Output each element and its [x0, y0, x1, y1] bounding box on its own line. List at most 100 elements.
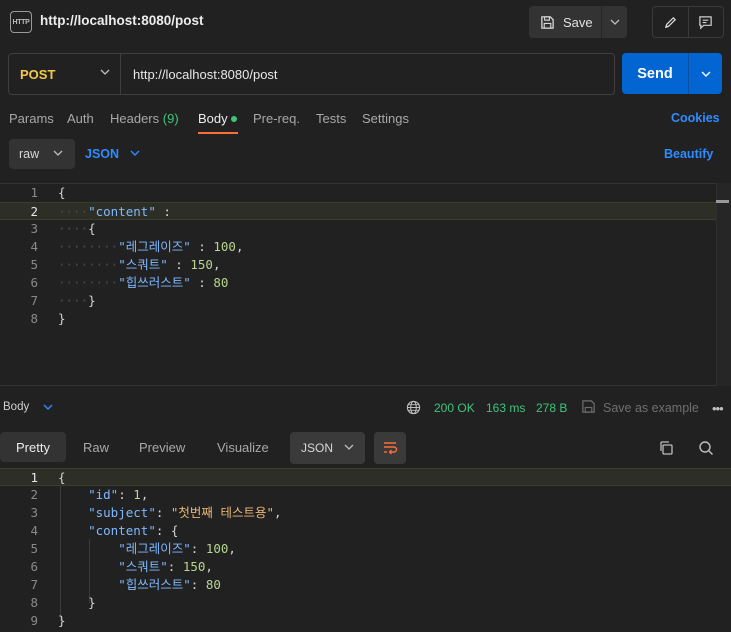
code-line-active: 2 ····"content" :: [0, 202, 716, 220]
code-line: 5 "레그레이즈": 100,: [0, 540, 716, 558]
code-line: 6 ········"힙쓰러스트" : 80: [0, 274, 716, 292]
chevron-down-icon[interactable]: [130, 150, 140, 156]
send-label: Send: [637, 65, 673, 82]
globe-icon[interactable]: [406, 400, 421, 415]
json-value: 150: [182, 559, 206, 574]
body-format-select[interactable]: JSON: [85, 147, 119, 161]
active-tab-indicator: [198, 132, 238, 134]
line-number: 1: [30, 470, 38, 485]
json-key: "레그레이즈": [118, 541, 191, 556]
response-body-viewer[interactable]: 1 { 2 "id": 1, 3 "subject": "첫번째 테스트용", …: [0, 467, 731, 632]
code-text: {: [58, 470, 66, 485]
side-tools: [652, 6, 724, 38]
beautify-button[interactable]: Beautify: [664, 147, 713, 161]
tab-pretty[interactable]: Pretty: [0, 432, 66, 462]
json-key: "content": [88, 204, 156, 219]
code-text: {: [58, 185, 66, 200]
chevron-down-icon[interactable]: [43, 404, 53, 410]
http-request-icon: HTTP: [10, 11, 32, 33]
code-line: 8 }: [0, 594, 716, 612]
json-key: "레그레이즈": [118, 239, 191, 254]
response-format-select[interactable]: JSON: [290, 432, 365, 464]
wrap-lines-button[interactable]: [374, 432, 406, 464]
code-text: }: [58, 311, 66, 326]
save-button-group: Save: [529, 6, 627, 38]
tab-raw[interactable]: Raw: [83, 440, 109, 455]
line-number: 9: [30, 613, 38, 628]
code-line: 9 }: [0, 612, 716, 630]
send-button-group: Send: [622, 53, 722, 94]
body-modified-dot: [231, 116, 237, 122]
json-key: "힙쓰러스트": [118, 275, 191, 290]
code-line: 3 "subject": "첫번째 테스트용",: [0, 504, 716, 522]
code-line: 5 ········"스쿼트" : 150,: [0, 256, 716, 274]
method-label: POST: [20, 66, 56, 82]
tab-settings[interactable]: Settings: [362, 111, 409, 126]
code-line-active: 1 {: [0, 468, 731, 486]
tab-tests[interactable]: Tests: [316, 111, 346, 126]
response-size[interactable]: 278 B: [536, 401, 567, 415]
json-colon: :: [155, 204, 171, 219]
json-value: 100: [205, 541, 229, 556]
tab-body[interactable]: Body: [198, 111, 228, 126]
scrollbar-thumb[interactable]: [716, 200, 729, 203]
code-line: 7 "힙쓰러스트": 80: [0, 576, 716, 594]
json-value: 100: [213, 239, 236, 254]
save-icon: [582, 400, 595, 413]
save-label: Save: [563, 14, 593, 30]
comments-button[interactable]: [689, 7, 724, 37]
code-text: {: [88, 221, 96, 236]
save-options-button[interactable]: [602, 6, 627, 38]
save-as-example-button[interactable]: Save as example: [603, 401, 699, 415]
save-button[interactable]: Save: [529, 6, 602, 38]
chevron-down-icon: [53, 150, 63, 156]
line-number: 4: [30, 239, 38, 254]
response-section-label[interactable]: Body: [3, 401, 29, 413]
send-button[interactable]: Send: [622, 53, 689, 94]
code-text: }: [88, 293, 96, 308]
tab-headers[interactable]: Headers (9): [110, 111, 179, 126]
status-code[interactable]: 200 OK: [434, 401, 475, 415]
edit-button[interactable]: [653, 7, 689, 37]
json-value: 1: [133, 487, 141, 502]
json-value: 150: [190, 257, 213, 272]
method-select[interactable]: POST: [9, 54, 121, 94]
line-number: 8: [30, 595, 38, 610]
line-number: 3: [30, 505, 38, 520]
body-mode-select[interactable]: raw: [9, 139, 75, 169]
chevron-down-icon: [610, 19, 619, 25]
code-line: 1 {: [0, 184, 716, 202]
request-body-editor[interactable]: 1 { 2 ····"content" : 3 ····{ 4 ········…: [0, 183, 731, 386]
comment-icon: [699, 15, 712, 30]
response-format-label: JSON: [301, 441, 334, 455]
tab-pre-request[interactable]: Pre-req.: [253, 111, 300, 126]
copy-icon[interactable]: [658, 440, 674, 456]
code-text: }: [58, 613, 66, 628]
line-number: 3: [30, 221, 38, 236]
chevron-down-icon: [701, 71, 710, 77]
json-key: "스쿼트": [118, 559, 168, 574]
line-number: 5: [30, 257, 38, 272]
line-number: 2: [30, 487, 38, 502]
tab-visualize[interactable]: Visualize: [217, 440, 269, 455]
line-number: 2: [30, 204, 38, 219]
editor-scrollbar[interactable]: [716, 183, 731, 386]
response-time[interactable]: 163 ms: [486, 401, 525, 415]
url-input[interactable]: [133, 66, 593, 82]
search-icon[interactable]: [698, 440, 714, 456]
tab-params[interactable]: Params: [9, 111, 54, 126]
tab-preview[interactable]: Preview: [139, 440, 185, 455]
headers-count: (9): [162, 111, 179, 126]
more-options-icon[interactable]: •••: [712, 401, 724, 416]
json-value: "첫번째 테스트용": [170, 505, 274, 520]
line-number: 1: [30, 185, 38, 200]
cookies-link[interactable]: Cookies: [671, 111, 720, 125]
request-title[interactable]: http://localhost:8080/post: [40, 13, 204, 28]
code-line: 7 ····}: [0, 292, 716, 310]
json-value: 80: [205, 577, 221, 592]
json-key: "content": [88, 523, 156, 538]
send-options-button[interactable]: [689, 53, 722, 94]
json-key: "스쿼트": [118, 257, 168, 272]
pencil-icon: [664, 16, 676, 28]
tab-auth[interactable]: Auth: [67, 111, 94, 126]
